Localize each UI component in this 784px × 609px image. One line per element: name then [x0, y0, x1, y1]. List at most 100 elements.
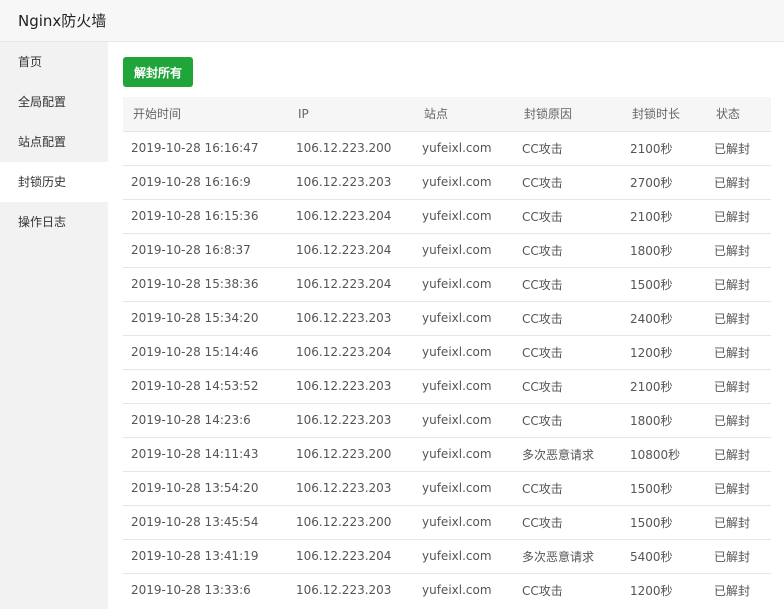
cell-start-time: 2019-10-28 15:34:20 [131, 311, 259, 325]
column-header-status[interactable]: 状态 [706, 97, 771, 131]
main-panel: 解封所有 开始时间 IP 站点 封锁原因 封锁时长 状态 2019-10-28 … [108, 42, 784, 609]
cell-start-time: 2019-10-28 14:53:52 [131, 379, 259, 393]
column-header-ip[interactable]: IP [288, 97, 414, 131]
cell-site: yufeixl.com [422, 549, 492, 563]
cell-site: yufeixl.com [422, 311, 492, 325]
column-header-start-time[interactable]: 开始时间 [123, 97, 288, 131]
cell-reason: CC攻击 [522, 515, 563, 530]
table-row: 2019-10-28 14:53:52 106.12.223.203 yufeixl… [123, 369, 771, 403]
cell-site: yufeixl.com [422, 515, 492, 529]
table-row: 2019-10-28 15:14:46 106.12.223.204 yufeixl… [123, 335, 771, 369]
cell-site: yufeixl.com [422, 345, 492, 359]
sidebar-item-block-history[interactable]: 封锁历史 [0, 162, 108, 202]
cell-reason: CC攻击 [522, 583, 563, 598]
cell-duration: 1500秒 [630, 481, 673, 496]
column-header-reason[interactable]: 封锁原因 [514, 97, 622, 131]
cell-start-time: 2019-10-28 13:41:19 [131, 549, 259, 563]
table-row: 2019-10-28 14:11:43 106.12.223.200 yufeixl… [123, 437, 771, 471]
cell-start-time: 2019-10-28 13:54:20 [131, 481, 259, 495]
cell-start-time: 2019-10-28 16:8:37 [131, 243, 251, 257]
cell-status: 已解封 [714, 243, 751, 258]
table-row: 2019-10-28 15:38:36 106.12.223.204 yufeixl… [123, 267, 771, 301]
cell-duration: 2100秒 [630, 209, 673, 224]
sidebar: 首页 全局配置 站点配置 封锁历史 操作日志 [0, 42, 108, 609]
cell-ip: 106.12.223.200 [296, 447, 392, 461]
cell-status: 已解封 [714, 549, 751, 564]
column-header-site[interactable]: 站点 [414, 97, 514, 131]
app-title: Nginx防火墙 [18, 12, 107, 30]
cell-status: 已解封 [714, 413, 751, 428]
cell-ip: 106.12.223.204 [296, 209, 392, 223]
cell-duration: 2700秒 [630, 175, 673, 190]
unblock-all-button[interactable]: 解封所有 [123, 57, 193, 87]
cell-status: 已解封 [714, 583, 751, 598]
table-header-row: 开始时间 IP 站点 封锁原因 封锁时长 状态 [123, 97, 771, 131]
cell-ip: 106.12.223.204 [296, 345, 392, 359]
sidebar-item-site-config[interactable]: 站点配置 [0, 122, 108, 162]
cell-site: yufeixl.com [422, 277, 492, 291]
cell-ip: 106.12.223.203 [296, 583, 392, 598]
cell-ip: 106.12.223.204 [296, 549, 392, 563]
table-body: 2019-10-28 16:16:47 106.12.223.200 yufeixl… [123, 131, 771, 607]
cell-status: 已解封 [714, 447, 751, 462]
cell-duration: 1800秒 [630, 413, 673, 428]
sidebar-item-home[interactable]: 首页 [0, 42, 108, 82]
sidebar-item-label: 全局配置 [18, 95, 67, 109]
block-history-table: 开始时间 IP 站点 封锁原因 封锁时长 状态 2019-10-28 16:16… [123, 97, 771, 607]
cell-reason: CC攻击 [522, 379, 563, 394]
sidebar-item-label: 操作日志 [18, 215, 67, 229]
cell-status: 已解封 [714, 311, 751, 326]
table-row: 2019-10-28 16:16:47 106.12.223.200 yufeixl… [123, 131, 771, 165]
cell-site: yufeixl.com [422, 379, 492, 393]
cell-start-time: 2019-10-28 13:45:54 [131, 515, 259, 529]
sidebar-item-operation-log[interactable]: 操作日志 [0, 202, 108, 242]
cell-status: 已解封 [714, 277, 751, 292]
cell-start-time: 2019-10-28 15:14:46 [131, 345, 259, 359]
cell-ip: 106.12.223.203 [296, 379, 392, 393]
cell-ip: 106.12.223.204 [296, 243, 392, 257]
cell-status: 已解封 [714, 141, 751, 156]
cell-duration: 1500秒 [630, 515, 673, 530]
cell-duration: 1200秒 [630, 583, 673, 598]
cell-status: 已解封 [714, 345, 751, 360]
cell-status: 已解封 [714, 379, 751, 394]
table-row: 2019-10-28 13:45:54 106.12.223.200 yufeixl… [123, 505, 771, 539]
cell-ip: 106.12.223.200 [296, 515, 392, 529]
cell-reason: 多次恶意请求 [522, 447, 595, 462]
table-row: 2019-10-28 13:41:19 106.12.223.204 yufeixl… [123, 539, 771, 573]
cell-ip: 106.12.223.203 [296, 481, 392, 495]
cell-ip: 106.12.223.204 [296, 277, 392, 291]
cell-site: yufeixl.com [422, 583, 492, 598]
table-row: 2019-10-28 14:23:6 106.12.223.203 yufeixl.… [123, 403, 771, 437]
cell-status: 已解封 [714, 481, 751, 496]
cell-site: yufeixl.com [422, 481, 492, 495]
cell-duration: 1200秒 [630, 345, 673, 360]
cell-start-time: 2019-10-28 16:16:47 [131, 141, 259, 155]
cell-site: yufeixl.com [422, 141, 492, 155]
cell-duration: 2100秒 [630, 379, 673, 394]
column-header-duration[interactable]: 封锁时长 [622, 97, 706, 131]
cell-reason: CC攻击 [522, 311, 563, 326]
cell-ip: 106.12.223.203 [296, 311, 392, 325]
cell-reason: CC攻击 [522, 243, 563, 258]
cell-start-time: 2019-10-28 16:15:36 [131, 209, 259, 223]
table-row: 2019-10-28 16:16:9 106.12.223.203 yufeixl.… [123, 165, 771, 199]
sidebar-item-label: 站点配置 [18, 135, 67, 149]
table-row: 2019-10-28 13:33:6 106.12.223.203 yufeixl.… [123, 573, 771, 607]
cell-duration: 5400秒 [630, 549, 673, 564]
cell-reason: CC攻击 [522, 413, 563, 428]
cell-duration: 2400秒 [630, 311, 673, 326]
cell-start-time: 2019-10-28 16:16:9 [131, 175, 251, 189]
cell-duration: 2100秒 [630, 141, 673, 156]
cell-status: 已解封 [714, 209, 751, 224]
window-titlebar: Nginx防火墙 [0, 0, 784, 42]
cell-site: yufeixl.com [422, 243, 492, 257]
cell-site: yufeixl.com [422, 447, 492, 461]
cell-start-time: 2019-10-28 13:33:6 [131, 583, 251, 598]
table-row: 2019-10-28 15:34:20 106.12.223.203 yufeixl… [123, 301, 771, 335]
cell-status: 已解封 [714, 175, 751, 190]
table-row: 2019-10-28 16:8:37 106.12.223.204 yufeixl.… [123, 233, 771, 267]
cell-start-time: 2019-10-28 14:11:43 [131, 447, 259, 461]
sidebar-item-global-config[interactable]: 全局配置 [0, 82, 108, 122]
sidebar-item-label: 封锁历史 [18, 175, 67, 189]
